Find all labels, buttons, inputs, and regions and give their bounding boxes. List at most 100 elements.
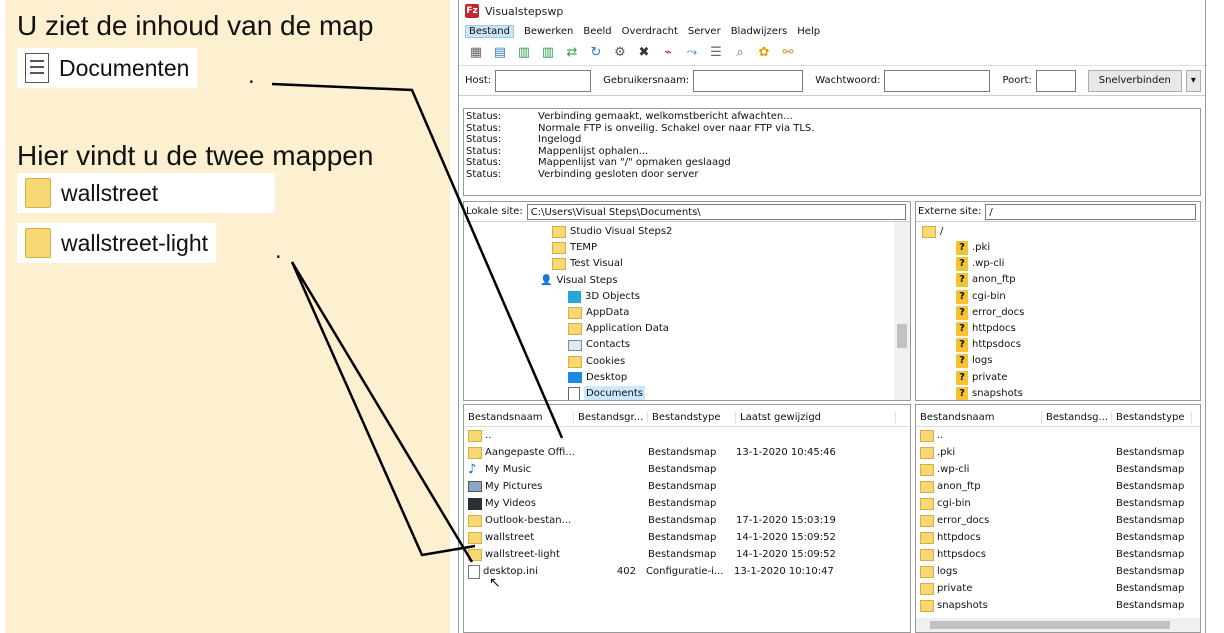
local-column-header[interactable]: Laatst gewijzigd: [736, 412, 896, 423]
local-tree-node[interactable]: Application Data: [568, 321, 669, 337]
message-log-toggle-icon[interactable]: ▤: [491, 45, 509, 61]
sync-browse-icon[interactable]: ✿: [755, 45, 773, 61]
local-tree-label: Documents: [584, 386, 646, 400]
local-file-row[interactable]: desktop.ini 402 Configuratie-i... 13-1-2020…: [464, 563, 910, 580]
local-tree-label: 3D Objects: [585, 290, 641, 302]
local-file-row[interactable]: ♪ My Music Bestandsmap: [464, 461, 910, 478]
remote-tree-node[interactable]: ? private: [956, 370, 1007, 386]
local-column-header[interactable]: Bestandsgr...: [574, 412, 648, 423]
contacts-icon: [568, 339, 582, 351]
local-file-row[interactable]: My Videos Bestandsmap: [464, 495, 910, 512]
file-type: Bestandsmap: [648, 532, 717, 543]
local-tree-node[interactable]: Documents: [568, 386, 646, 400]
remote-column-header[interactable]: Bestandsnaam: [916, 412, 1042, 423]
username-input[interactable]: [693, 69, 804, 92]
process-queue-icon[interactable]: ⚙: [611, 45, 629, 61]
compare-icon[interactable]: ⌕: [731, 45, 749, 61]
cancel-icon[interactable]: ✖: [635, 45, 653, 61]
remote-tree-node[interactable]: ? cgi-bin: [956, 289, 1006, 305]
remote-tree-node[interactable]: ? httpdocs: [956, 321, 1016, 337]
quickconnect-button[interactable]: Snelverbinden: [1087, 69, 1182, 92]
remote-column-header[interactable]: Bestandsg...: [1042, 412, 1112, 423]
quickconnect-dropdown[interactable]: ▾: [1185, 69, 1201, 92]
remote-file-row[interactable]: private Bestandsmap: [916, 580, 1200, 597]
folder-icon: [468, 514, 482, 527]
menu-bladwijzers[interactable]: Bladwijzers: [731, 26, 788, 37]
remote-column-header[interactable]: Bestandstype: [1112, 412, 1192, 423]
refresh-icon[interactable]: ↻: [587, 45, 605, 61]
remote-file-row[interactable]: snapshots Bestandsmap: [916, 597, 1200, 614]
disconnect-icon[interactable]: ⌁: [659, 45, 677, 61]
remote-tree-node[interactable]: ? .wp-cli: [956, 256, 1004, 272]
search-icon[interactable]: ⚯: [779, 45, 797, 61]
local-column-header[interactable]: Bestandsnaam: [464, 412, 574, 423]
remote-tree-node[interactable]: ? .pki: [956, 240, 990, 256]
period-2: .: [275, 237, 282, 264]
remote-tree-node[interactable]: ? logs: [956, 353, 992, 369]
remote-file-row[interactable]: error_docs Bestandsmap: [916, 512, 1200, 529]
remote-file-row[interactable]: httpdocs Bestandsmap: [916, 529, 1200, 546]
reconnect-icon[interactable]: ⤳: [683, 45, 701, 61]
local-file-list: Bestandsnaam Bestandsgr... Bestandstype Laa…: [463, 404, 911, 633]
unknown-folder-icon: ?: [956, 257, 968, 272]
host-input[interactable]: [495, 69, 592, 92]
menu-help[interactable]: Help: [797, 26, 820, 37]
remote-list-hscrollbar[interactable]: [916, 618, 1200, 632]
local-tree-node[interactable]: Desktop: [568, 370, 627, 386]
menu-bestand[interactable]: Bestand: [465, 24, 514, 38]
file-type: Bestandsmap: [648, 515, 717, 526]
remote-tree-root[interactable]: /: [922, 224, 943, 240]
remote-tree-node[interactable]: ? error_docs: [956, 305, 1024, 321]
menu-bewerken[interactable]: Bewerken: [524, 26, 573, 37]
port-input[interactable]: [1035, 69, 1076, 92]
local-path-field[interactable]: C:\Users\Visual Steps\Documents\: [526, 203, 906, 220]
folder-icon: [468, 531, 482, 544]
local-tree-scrollbar[interactable]: [894, 222, 910, 400]
local-tree-node[interactable]: Contacts: [568, 337, 630, 353]
remote-tree-node[interactable]: ? anon_ftp: [956, 272, 1016, 288]
wallstreet-light-label: wallstreet-light: [61, 229, 208, 256]
local-file-row[interactable]: wallstreet-light Bestandsmap 14-1-2020 15:…: [464, 546, 910, 563]
remote-file-row[interactable]: anon_ftp Bestandsmap: [916, 478, 1200, 495]
local-file-row[interactable]: ..: [464, 427, 910, 444]
local-file-row[interactable]: Aangepaste Offi... Bestandsmap 13-1-2020 1…: [464, 444, 910, 461]
local-tree-node[interactable]: 👤 Visual Steps: [540, 273, 617, 289]
remote-path-field[interactable]: /: [985, 203, 1196, 220]
local-tree-node[interactable]: Test Visual: [552, 256, 623, 272]
local-tree-node[interactable]: 3D Objects: [568, 289, 640, 305]
remote-tree-node[interactable]: ? snapshots: [956, 386, 1023, 400]
menu-overdracht[interactable]: Overdracht: [622, 26, 678, 37]
remote-file-row[interactable]: httpsdocs Bestandsmap: [916, 546, 1200, 563]
local-column-header[interactable]: Bestandstype: [648, 412, 736, 423]
local-file-row[interactable]: wallstreet Bestandsmap 14-1-2020 15:09:52: [464, 529, 910, 546]
local-file-row[interactable]: My Pictures Bestandsmap: [464, 478, 910, 495]
remote-file-row[interactable]: .pki Bestandsmap: [916, 444, 1200, 461]
menu-server[interactable]: Server: [688, 26, 721, 37]
local-file-row[interactable]: Outlook-bestan... Bestandsmap 17-1-2020 15…: [464, 512, 910, 529]
local-tree-node[interactable]: Cookies: [568, 354, 625, 370]
local-tree-toggle-icon[interactable]: ▥: [515, 45, 533, 61]
remote-file-row[interactable]: cgi-bin Bestandsmap: [916, 495, 1200, 512]
remote-file-row[interactable]: logs Bestandsmap: [916, 563, 1200, 580]
local-site-label: Lokale site:: [466, 206, 523, 217]
site-manager-icon[interactable]: ▦: [467, 45, 485, 61]
instruction-text-2: Hier vindt u de twee mappen: [17, 140, 374, 171]
remote-file-row[interactable]: .wp-cli Bestandsmap: [916, 461, 1200, 478]
unknown-folder-icon: ?: [956, 370, 968, 385]
remote-tree-node[interactable]: ? httpsdocs: [956, 337, 1021, 353]
remote-tree-toggle-icon[interactable]: ▥: [539, 45, 557, 61]
filezilla-window: Fz Visualstepswp Bestand Bewerken Beeld …: [458, 0, 1206, 633]
menu-beeld[interactable]: Beeld: [583, 26, 611, 37]
folder-icon: [25, 178, 51, 208]
local-site-bar: Lokale site: C:\Users\Visual Steps\Docum…: [464, 202, 910, 222]
local-tree-node[interactable]: Studio Visual Steps2: [552, 224, 672, 240]
password-input[interactable]: [884, 69, 991, 92]
local-tree-node[interactable]: AppData: [568, 305, 629, 321]
log-value: Verbinding gemaakt, welkomstbericht afwa…: [538, 111, 793, 122]
remote-file-row[interactable]: ..: [916, 427, 1200, 444]
transfer-queue-icon[interactable]: ⇄: [563, 45, 581, 61]
remote-tree-label: anon_ftp: [972, 274, 1016, 286]
local-tree-label: AppData: [586, 307, 630, 318]
filter-icon[interactable]: ☰: [707, 45, 725, 61]
local-tree-node[interactable]: TEMP: [552, 240, 597, 256]
